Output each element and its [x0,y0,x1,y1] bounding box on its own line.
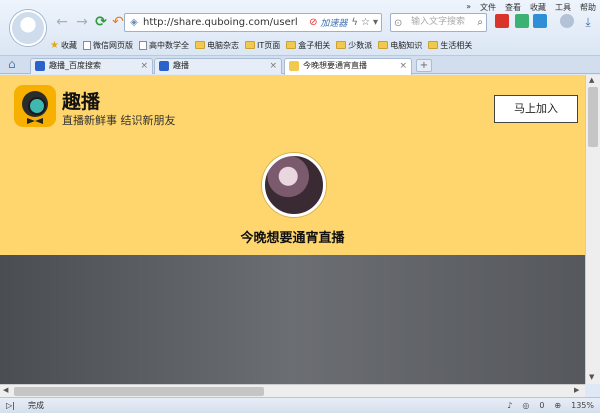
brand-slogan: 直播新鲜事 结识新朋友 [62,114,176,127]
search-engine-icon[interactable]: ⊙ [394,15,402,32]
close-icon[interactable]: × [140,59,148,73]
tab-favicon [35,61,45,71]
emoji-icon[interactable] [560,14,574,28]
page-icon [82,40,91,50]
address-url[interactable]: http://share.quboing.com/userl [143,17,306,28]
menu-more[interactable]: » [466,2,471,13]
folder-icon [378,41,389,49]
status-text: 完成 [28,401,44,410]
address-bar[interactable]: ◈ http://share.quboing.com/userl ⊘ 加速器 ϟ… [124,13,382,32]
folder-icon [194,41,205,49]
star-icon[interactable]: ☆ [361,17,373,28]
menu-file[interactable]: 文件 [480,2,496,13]
page-icon [138,40,147,50]
menu-tools[interactable]: 工具 [555,2,571,13]
close-icon[interactable]: × [399,59,407,73]
bookmark-folder-it[interactable]: IT页面 [244,40,280,51]
brand-name: 趣播 [62,91,101,113]
menu-favorites[interactable]: 收藏 [530,2,546,13]
status-bar: ▷| 完成 ♪ ◎ 0 ⊕ 135% [0,397,600,413]
bookmark-folder-pc-knowledge[interactable]: 电脑知识 [378,40,422,51]
search-placeholder: 输入文字搜索 [411,17,466,27]
search-box[interactable]: ⊙ 输入文字搜索 ⌕ [390,13,487,32]
bookmark-wechat[interactable]: 微信网页版 [82,40,133,51]
scroll-thumb[interactable] [14,387,264,396]
shield-status-icon[interactable]: ◎ [522,398,529,413]
host-avatar[interactable] [262,153,326,217]
folder-icon [336,41,347,49]
bookmark-folder-pc-magazine[interactable]: 电脑杂志 [194,40,239,51]
user-avatar[interactable] [10,10,46,46]
menu-bar: » 文件 查看 收藏 工具 帮助 [466,2,596,13]
chevron-down-icon[interactable]: ▾ [373,17,381,28]
join-now-button[interactable]: 马上加入 [494,95,578,123]
tab-favicon [159,61,169,71]
refresh-icon[interactable]: ⟳ [93,14,109,30]
camera-lens-icon [22,91,48,117]
star-icon: ★ [50,39,59,51]
tab-bar: ⌂ 趣播_百度搜索 × 趣播 × 今晚想要通宵直播 × + [0,56,600,75]
lightning-icon[interactable]: ϟ [351,17,361,28]
status-right: ♪ ◎ 0 ⊕ 135% [507,398,594,413]
vertical-scrollbar[interactable]: ▲ ▼ [585,75,600,384]
menu-help[interactable]: 帮助 [580,2,596,13]
forward-arrow-icon[interactable]: → [74,14,90,30]
page-header: 趣播 直播新鲜事 结识新朋友 马上加入 今晚想要通宵直播 [0,75,585,255]
folder-icon [244,41,255,49]
folder-icon [428,41,439,49]
live-title: 今晚想要通宵直播 [240,231,345,246]
video-player[interactable] [0,255,585,384]
extension-icon-blue[interactable] [533,14,547,28]
search-icon[interactable]: ⌕ [477,14,483,31]
bookmark-math[interactable]: 高中数学全 [138,40,189,51]
folder-icon [286,41,297,49]
menu-view[interactable]: 查看 [505,2,521,13]
close-icon[interactable]: × [269,59,277,73]
web-page: 趣播 直播新鲜事 结识新朋友 马上加入 今晚想要通宵直播 [0,75,585,384]
zoom-level[interactable]: 135% [571,398,594,413]
browser-window: » 文件 查看 收藏 工具 帮助 ← → ⟳ ↶ ◈ http://share.… [0,0,600,413]
shield-icon: ◈ [130,17,138,28]
bookmarks-bar: ★ 收藏 微信网页版 高中数学全 电脑杂志 IT页面 盒子相关 少数派 电脑知识 … [50,37,596,53]
scroll-up-icon[interactable]: ▲ [589,76,594,84]
bookmark-folder-life[interactable]: 生活相关 [428,40,472,51]
zoom-icon[interactable]: ⊕ [554,398,561,413]
back-arrow-icon[interactable]: ← [54,14,70,30]
tab-qubo[interactable]: 趣播 × [154,58,282,74]
new-tab-button[interactable]: + [416,59,432,72]
bookmark-folder-sspai[interactable]: 少数派 [336,40,372,51]
extension-icon-red[interactable] [495,14,509,28]
scroll-thumb[interactable] [588,87,598,147]
app-logo[interactable] [14,85,56,127]
bookmark-favorites[interactable]: ★ 收藏 [50,40,77,51]
accelerator-label[interactable]: 加速器 [320,16,351,29]
tab-live-stream[interactable]: 今晚想要通宵直播 × [284,58,412,75]
bowtie-icon [27,118,43,124]
tab-favicon [289,61,299,71]
block-icon[interactable]: ⊘ [306,17,320,28]
sidebar-toggle-icon[interactable]: ▷| [6,398,15,413]
horizontal-scrollbar[interactable]: ◀ ▶ [0,384,585,397]
browser-toolbar: » 文件 查看 收藏 工具 帮助 ← → ⟳ ↶ ◈ http://share.… [0,0,600,56]
download-icon[interactable]: ⤓ [580,14,596,30]
tab-baidu-search[interactable]: 趣播_百度搜索 × [30,58,153,74]
blocked-count[interactable]: 0 [539,398,544,413]
extension-icon-green[interactable] [515,14,529,28]
volume-icon[interactable]: ♪ [507,398,512,413]
bookmark-folder-box[interactable]: 盒子相关 [286,40,330,51]
home-icon[interactable]: ⌂ [8,57,16,71]
scroll-right-icon[interactable]: ▶ [574,386,579,394]
scroll-left-icon[interactable]: ◀ [3,386,8,394]
scroll-down-icon[interactable]: ▼ [589,373,594,381]
